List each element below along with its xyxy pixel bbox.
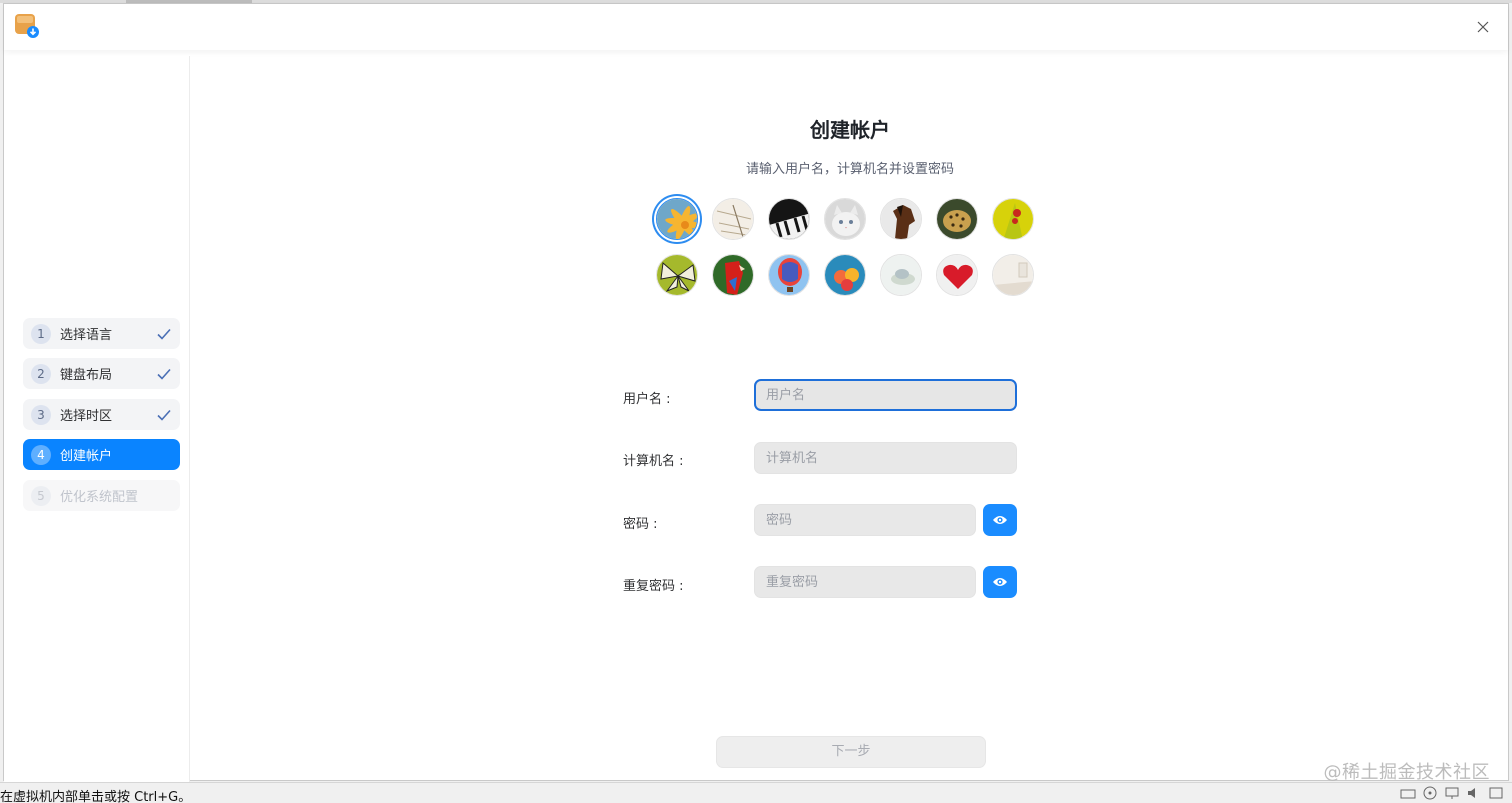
step-label: 创建帐户 xyxy=(60,449,113,464)
repeat-password-input[interactable] xyxy=(754,566,976,598)
checkmark-icon xyxy=(157,409,171,421)
step-label: 优化系统配置 xyxy=(60,490,139,505)
close-icon xyxy=(1477,21,1489,33)
network-icon[interactable] xyxy=(1444,785,1460,799)
page-subtitle: 请输入用户名，计算机名并设置密码 xyxy=(745,162,954,177)
avatar-butterfly[interactable] xyxy=(656,254,698,296)
installer-window: 1 选择语言 2 键盘布局 3 选择时区 4 创建帐户 5 优化系统配置 创建帐… xyxy=(3,3,1509,782)
step-number: 4 xyxy=(31,444,51,465)
step-number: 2 xyxy=(31,363,51,384)
username-label: 用户名 : xyxy=(623,392,671,407)
repeat-password-label: 重复密码 : xyxy=(623,579,684,594)
step-select-language[interactable]: 1 选择语言 xyxy=(23,318,180,349)
step-label: 选择语言 xyxy=(60,328,113,343)
avatar-parrot[interactable] xyxy=(712,254,754,296)
avatar-room[interactable] xyxy=(992,254,1034,296)
vm-tray xyxy=(1400,785,1504,800)
step-number: 1 xyxy=(31,323,51,344)
avatar-horse[interactable] xyxy=(880,198,922,240)
avatar-shell[interactable] xyxy=(880,254,922,296)
watermark: @稀土掘金技术社区 xyxy=(1323,762,1490,783)
step-select-timezone[interactable]: 3 选择时区 xyxy=(23,399,180,430)
avatar-hot-air-balloon[interactable] xyxy=(768,254,810,296)
create-account-panel: 创建帐户 请输入用户名，计算机名并设置密码 用户名: 用户名 计算机名: 计… xyxy=(191,56,1509,782)
step-optimize-system: 5 优化系统配置 xyxy=(23,480,180,511)
checkmark-icon xyxy=(157,368,171,380)
checkmark-icon xyxy=(157,328,171,340)
username-input[interactable] xyxy=(754,379,1017,411)
step-number: 5 xyxy=(31,485,51,506)
step-label: 键盘布局 xyxy=(60,368,113,383)
avatar-balloons[interactable] xyxy=(824,254,866,296)
installer-app-icon xyxy=(15,14,39,38)
next-button[interactable]: 下一步 xyxy=(716,736,986,768)
avatar-kitten[interactable] xyxy=(824,198,866,240)
password-input[interactable] xyxy=(754,504,976,536)
vm-status-bar: 在虚拟机内部单击或按 Ctrl+G。 xyxy=(0,782,1512,803)
step-keyboard-layout[interactable]: 2 键盘布局 xyxy=(23,358,180,389)
avatar-papers[interactable] xyxy=(712,198,754,240)
step-number: 3 xyxy=(31,404,51,425)
vm-hint-text: 在虚拟机内部单击或按 Ctrl+G。 xyxy=(0,790,192,803)
avatar-heart[interactable] xyxy=(936,254,978,296)
steps-sidebar: 1 选择语言 2 键盘布局 3 选择时区 4 创建帐户 5 优化系统配置 xyxy=(4,56,190,782)
step-create-account[interactable]: 4 创建帐户 xyxy=(23,439,180,470)
avatar-flower[interactable] xyxy=(656,198,698,240)
fullscreen-icon[interactable] xyxy=(1488,785,1504,799)
avatar-leopard[interactable] xyxy=(936,198,978,240)
sound-icon[interactable] xyxy=(1466,785,1482,799)
hostname-label: 计算机名 : xyxy=(623,454,684,469)
step-label: 选择时区 xyxy=(60,409,113,424)
show-repeat-password-button[interactable] xyxy=(983,566,1017,598)
hostname-input[interactable] xyxy=(754,442,1017,474)
eye-icon xyxy=(993,516,1007,524)
cd-icon[interactable] xyxy=(1422,785,1438,800)
password-label: 密码 : xyxy=(623,517,658,532)
show-password-button[interactable] xyxy=(983,504,1017,536)
titlebar xyxy=(4,4,1508,50)
close-button[interactable] xyxy=(1472,16,1494,38)
eye-icon xyxy=(993,578,1007,586)
disk-icon[interactable] xyxy=(1400,785,1416,799)
avatar-ladybug[interactable] xyxy=(992,198,1034,240)
page-title: 创建帐户 xyxy=(810,118,890,142)
avatar-piano[interactable] xyxy=(768,198,810,240)
